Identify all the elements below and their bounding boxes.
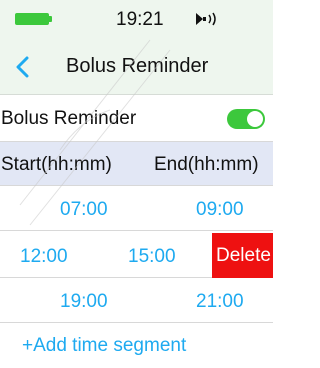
toggle-knob: [247, 111, 263, 127]
chevron-left-icon[interactable]: [14, 56, 30, 78]
nav-bar: Bolus Reminder: [0, 38, 273, 95]
delete-segment-button[interactable]: Delete: [212, 233, 273, 278]
status-bar: 19:21: [0, 0, 273, 38]
column-header: Start(hh:mm) End(hh:mm): [0, 142, 273, 186]
battery-icon: [15, 13, 52, 25]
time-segment-row[interactable]: 12:00 15:00 Delete: [0, 233, 273, 278]
segment-end-time[interactable]: 09:00: [196, 199, 244, 221]
start-column-header: Start(hh:mm): [1, 154, 112, 175]
status-time: 19:21: [116, 9, 164, 30]
end-column-header: End(hh:mm): [154, 154, 259, 175]
segment-end-time[interactable]: 21:00: [196, 291, 244, 313]
setting-label: Bolus Reminder: [1, 108, 137, 129]
page-title: Bolus Reminder: [66, 55, 209, 77]
segment-end-time[interactable]: 15:00: [128, 246, 176, 268]
add-time-segment-link[interactable]: +Add time segment: [22, 335, 186, 357]
segment-start-time[interactable]: 19:00: [60, 291, 108, 313]
segment-start-time[interactable]: 07:00: [60, 199, 108, 221]
bolus-reminder-setting-row: Bolus Reminder: [0, 95, 273, 142]
time-segment-row[interactable]: 19:00 21:00: [0, 278, 273, 323]
bolus-reminder-toggle[interactable]: [227, 109, 265, 129]
speaker-volume-icon: [196, 12, 216, 26]
time-segment-row[interactable]: 07:00 09:00: [0, 186, 273, 231]
segment-start-time[interactable]: 12:00: [20, 246, 68, 268]
